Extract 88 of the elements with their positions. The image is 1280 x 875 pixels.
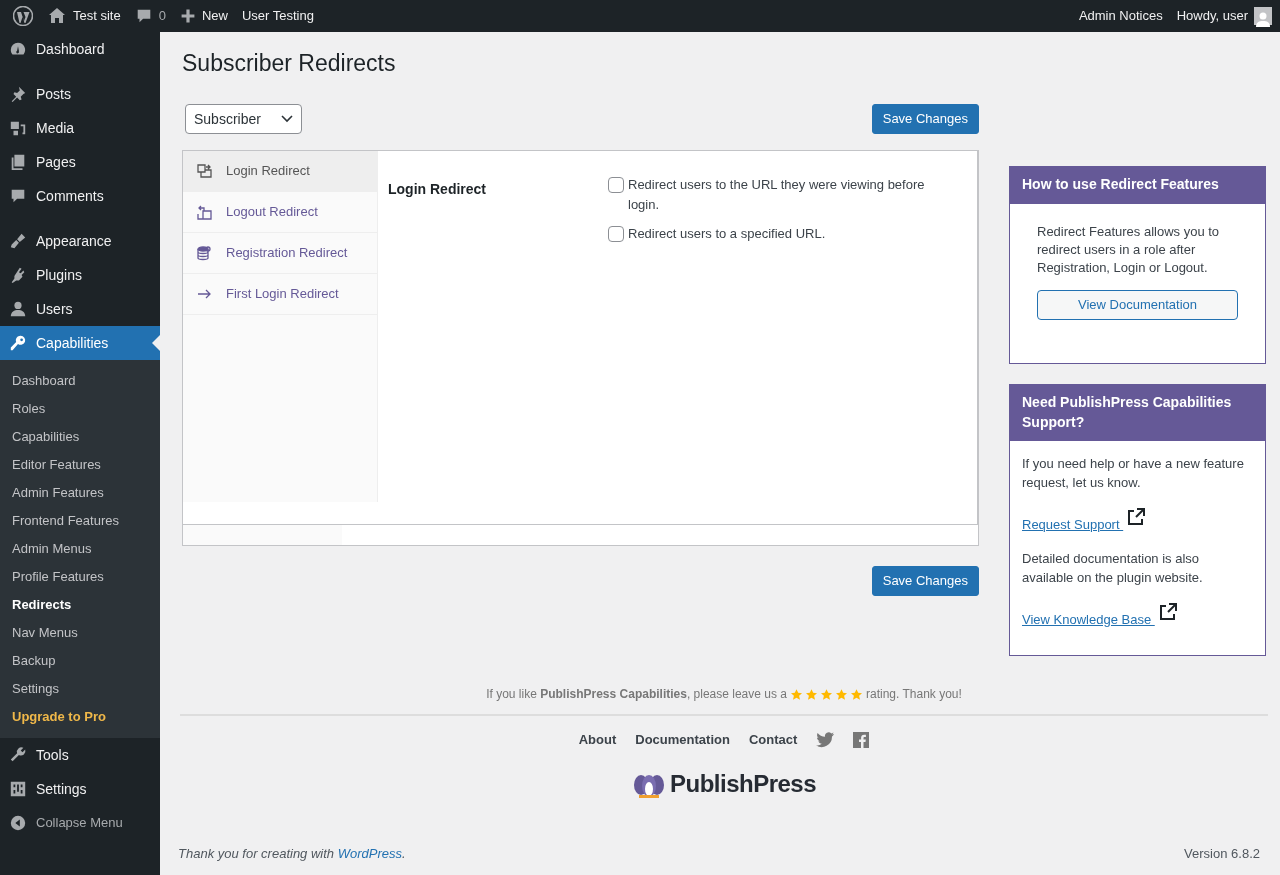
option-label: Redirect users to a specified URL. <box>628 225 826 243</box>
home-icon <box>47 6 67 26</box>
collapse-icon <box>9 814 27 832</box>
wrench-icon <box>9 746 27 764</box>
tab[interactable]: First Login Redirect <box>183 274 377 315</box>
tab[interactable]: Registration Redirect <box>183 233 377 274</box>
save-button[interactable]: Save Changes <box>871 104 979 134</box>
submenu-item[interactable]: Settings <box>0 675 160 703</box>
menu-item[interactable]: Posts <box>0 77 160 111</box>
menu-item[interactable]: Users <box>0 292 160 326</box>
menu-item[interactable]: Settings <box>0 772 160 806</box>
external-link-icon <box>1126 507 1147 528</box>
wordpress-logo-icon[interactable] <box>13 6 33 26</box>
menu-item[interactable]: Capabilities <box>0 326 160 360</box>
brush-icon <box>9 232 27 250</box>
submenu-item[interactable]: Redirects <box>0 591 160 619</box>
role-select[interactable]: Subscriber <box>185 104 302 134</box>
pages-icon <box>9 153 27 171</box>
submenu-item[interactable]: Admin Menus <box>0 535 160 563</box>
page-title: Subscriber Redirects <box>182 50 397 78</box>
star-icon <box>851 688 862 700</box>
submenu-item[interactable]: Nav Menus <box>0 619 160 647</box>
notices-link[interactable]: Admin Notices <box>1071 0 1170 32</box>
support-link[interactable]: View Knowledge Base <box>1022 609 1155 630</box>
upgrade-link[interactable]: Upgrade to Pro <box>0 703 160 731</box>
sliders-icon <box>9 780 27 798</box>
tab[interactable]: Login Redirect <box>183 151 377 192</box>
submenu-item[interactable]: Profile Features <box>0 563 160 591</box>
star-icon <box>806 688 817 700</box>
stack-icon <box>196 245 212 261</box>
support-link[interactable]: Request Support <box>1022 515 1124 535</box>
submenu-item[interactable]: Dashboard <box>0 367 160 395</box>
star-icon <box>836 688 847 700</box>
checkbox[interactable] <box>608 177 624 193</box>
wordpress-link[interactable]: WordPress <box>337 845 402 861</box>
submenu-item[interactable]: Admin Features <box>0 479 160 507</box>
submenu-item[interactable]: Capabilities <box>0 423 160 451</box>
pin-icon <box>9 85 27 103</box>
menu-item[interactable]: Tools <box>0 738 160 772</box>
menu-item[interactable]: Comments <box>0 179 160 213</box>
external-link-icon <box>1157 601 1178 622</box>
submenu-item[interactable]: Editor Features <box>0 451 160 479</box>
menu-item[interactable]: Appearance <box>0 224 160 258</box>
star-icon <box>821 688 832 700</box>
star-icon <box>791 688 802 700</box>
menu-item[interactable]: Media <box>0 111 160 145</box>
collapse-menu-button[interactable]: Collapse Menu <box>0 806 160 840</box>
panel-text: Redirect Features allows you to redirect users in a role after Registration, Login or Logout. <box>1037 222 1221 277</box>
documentation-button[interactable]: View Documentation <box>1037 289 1238 320</box>
greeting-link[interactable]: Howdy, user <box>1176 6 1248 26</box>
login-icon <box>196 163 212 179</box>
brand-logo: PublishPress <box>669 768 817 799</box>
submenu-item[interactable]: Frontend Features <box>0 507 160 535</box>
plus-icon[interactable] <box>179 8 196 24</box>
option-label: Redirect users to the URL they were viewing before login. <box>628 176 926 214</box>
footer-credit: Thank you for creating with WordPress. <box>178 844 406 863</box>
submenu-item[interactable]: Backup <box>0 647 160 675</box>
panel-title: How to use Redirect Features <box>1010 166 1265 204</box>
plug-icon <box>9 266 27 284</box>
menu-item[interactable]: Plugins <box>0 258 160 292</box>
media-icon <box>9 119 27 137</box>
star-rating[interactable] <box>791 688 862 700</box>
menu-link[interactable]: User Testing <box>234 0 321 32</box>
logout-icon <box>196 204 212 220</box>
site-name: Test site <box>73 7 121 26</box>
footer-link[interactable]: Documentation <box>635 730 730 750</box>
new-link[interactable]: New <box>201 6 228 26</box>
twitter-icon[interactable] <box>816 731 835 748</box>
footer-link[interactable]: Contact <box>748 730 798 750</box>
rating-text: rating. Thank you! <box>866 686 962 703</box>
section-heading: Login Redirect <box>388 180 487 199</box>
checkbox[interactable] <box>608 226 624 242</box>
version-text: Version 6.8.2 <box>1184 844 1260 863</box>
facebook-icon[interactable] <box>853 731 870 748</box>
submenu-item[interactable]: Roles <box>0 395 160 423</box>
save-button[interactable]: Save Changes <box>871 566 979 596</box>
user-icon <box>9 300 27 318</box>
rating-text: If you like PublishPress Capabilities, please leave us a <box>486 686 787 703</box>
panel-text: If you need help or have a new feature request, let us know. <box>1022 455 1245 493</box>
comment-count: 0 <box>158 7 166 26</box>
tab[interactable]: Logout Redirect <box>183 192 377 233</box>
menu-item[interactable]: Dashboard <box>0 32 160 66</box>
menu-item[interactable]: Pages <box>0 145 160 179</box>
panel-title: Need PublishPress Capabilities Support? <box>1010 384 1265 442</box>
panel-text: Detailed documentation is also available on the plugin website. <box>1022 549 1204 587</box>
key-icon <box>9 334 27 352</box>
footer-link[interactable]: About <box>578 730 617 750</box>
caret-icon <box>281 115 293 123</box>
